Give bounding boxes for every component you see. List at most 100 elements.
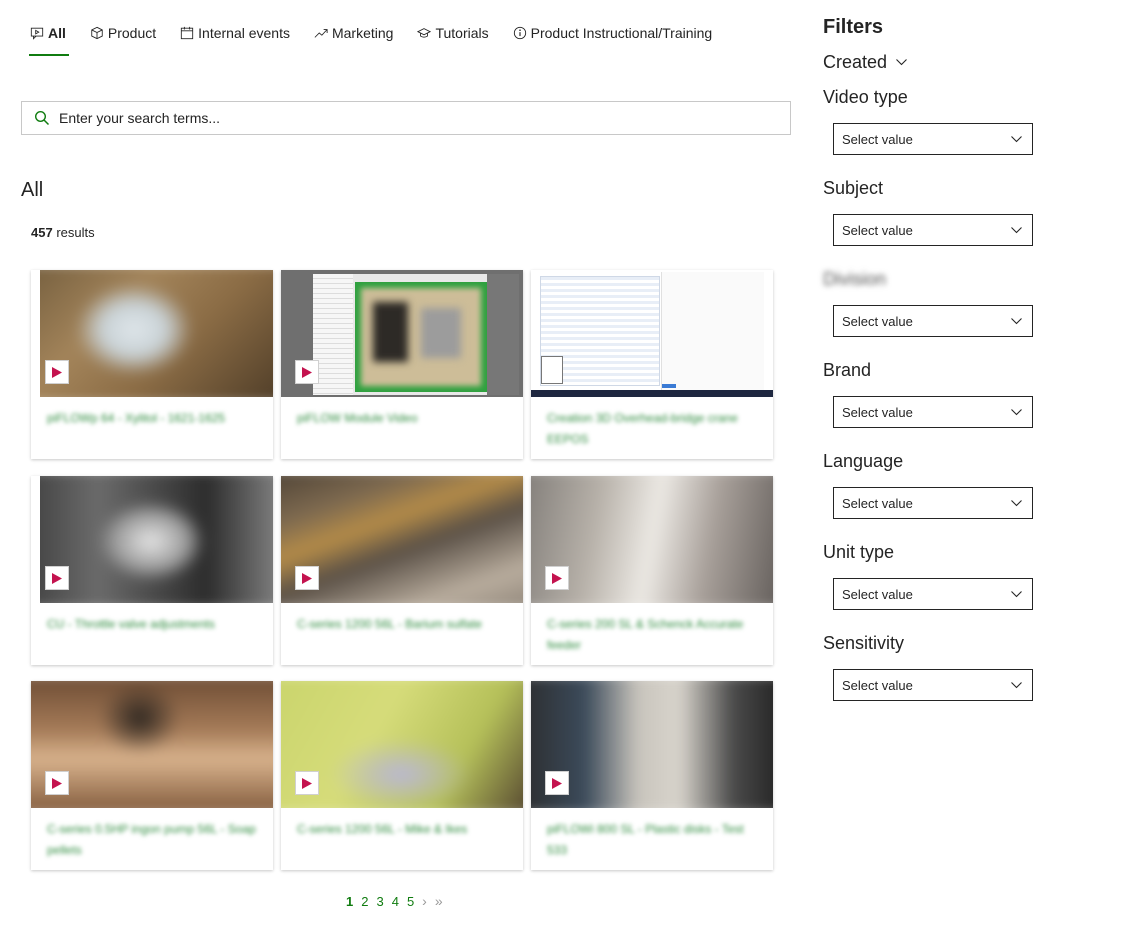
video-card[interactable]: CU - Throttle valve adjustments	[31, 476, 273, 665]
unit-type-label: Unit type	[823, 542, 895, 562]
chat-video-icon	[30, 27, 44, 40]
video-card[interactable]: C-series 1200 56L - Mike & Ikes	[281, 681, 523, 870]
play-icon	[302, 777, 312, 789]
play-button[interactable]	[45, 360, 69, 384]
tab-tutorials[interactable]: Tutorials	[407, 18, 497, 48]
chevron-down-icon	[1011, 499, 1022, 506]
results-count: 457 results	[31, 225, 95, 240]
select-value: Select value	[842, 313, 913, 329]
tab-internal-events[interactable]: Internal events	[170, 18, 299, 48]
page-2[interactable]: 2	[361, 894, 368, 909]
video-card[interactable]: Creation 3D Overhead-bridge crane EEPOS	[531, 270, 773, 459]
play-button[interactable]	[295, 771, 319, 795]
video-title[interactable]: C-series 0.5HP ingon pump 56L - Soap pel…	[47, 819, 261, 861]
video-type-label: Video type	[823, 87, 908, 107]
last-page-icon[interactable]: »	[435, 893, 443, 909]
category-tabs: All Product Internal events Marketing Tu…	[20, 18, 726, 56]
select-value: Select value	[842, 131, 913, 147]
calendar-icon	[181, 26, 194, 40]
tab-label: Marketing	[331, 25, 394, 41]
search-icon	[34, 110, 50, 126]
tab-label: Internal events	[198, 25, 290, 41]
unit-type-select[interactable]: Select value	[833, 578, 1033, 610]
subject-label: Subject	[823, 178, 884, 198]
play-icon	[552, 777, 562, 789]
video-card[interactable]: C-series 0.5HP ingon pump 56L - Soap pel…	[31, 681, 273, 870]
play-button[interactable]	[45, 771, 69, 795]
created-label: Created	[823, 52, 888, 72]
subject-select[interactable]: Select value	[833, 214, 1033, 246]
play-icon	[52, 366, 62, 378]
chevron-down-icon	[1011, 317, 1022, 324]
video-type-select[interactable]: Select value	[833, 123, 1033, 155]
chevron-down-icon	[1011, 135, 1022, 142]
chevron-down-icon	[1011, 590, 1022, 597]
division-select[interactable]: Select value	[833, 305, 1033, 337]
video-card[interactable]: piFLOWi 800 SL - Plastic disks - Test 53…	[531, 681, 773, 870]
chevron-down-icon	[1011, 408, 1022, 415]
tab-label: Product	[107, 25, 157, 41]
created-filter-toggle[interactable]: Created	[823, 52, 907, 73]
chevron-down-icon	[896, 59, 907, 66]
sensitivity-select[interactable]: Select value	[833, 669, 1033, 701]
tab-all[interactable]: All	[20, 18, 75, 56]
video-title[interactable]: Creation 3D Overhead-bridge crane EEPOS	[547, 408, 761, 450]
tab-product[interactable]: Product	[80, 18, 165, 48]
video-title[interactable]: C-series 1200 56L - Barium sulfate	[297, 614, 511, 635]
play-button[interactable]	[295, 566, 319, 590]
trend-up-icon	[314, 29, 328, 38]
play-icon	[52, 777, 62, 789]
play-button[interactable]	[295, 360, 319, 384]
select-value: Select value	[842, 677, 913, 693]
sensitivity-label: Sensitivity	[823, 633, 905, 653]
language-select[interactable]: Select value	[833, 487, 1033, 519]
video-title[interactable]: piFLOWp 64 - Xylitol - 1621-1625	[47, 408, 261, 429]
results-number: 457	[31, 225, 53, 240]
video-card[interactable]: C-series 1200 56L - Barium sulfate	[281, 476, 523, 665]
play-button[interactable]	[45, 566, 69, 590]
select-value: Select value	[842, 495, 913, 511]
page-5[interactable]: 5	[407, 894, 414, 909]
play-icon	[52, 572, 62, 584]
video-title[interactable]: piFLOWi 800 SL - Plastic disks - Test 53…	[547, 819, 761, 861]
tab-label: All	[48, 25, 66, 41]
play-icon	[302, 366, 312, 378]
page-4[interactable]: 4	[392, 894, 399, 909]
filters-title: Filters	[823, 16, 884, 38]
graduation-cap-icon	[417, 28, 432, 38]
document-icon	[541, 356, 563, 384]
brand-select[interactable]: Select value	[833, 396, 1033, 428]
page-3[interactable]: 3	[376, 894, 383, 909]
video-thumbnail	[531, 270, 773, 397]
search-input[interactable]	[59, 110, 759, 126]
division-label: Division	[823, 269, 887, 289]
tab-label: Product Instructional/Training	[530, 25, 713, 41]
play-icon	[302, 572, 312, 584]
play-button[interactable]	[545, 771, 569, 795]
select-value: Select value	[842, 222, 913, 238]
brand-label: Brand	[823, 360, 872, 380]
play-button[interactable]	[545, 566, 569, 590]
video-card[interactable]: piFLOW Module Video	[281, 270, 523, 459]
section-title: All	[21, 179, 44, 201]
language-label: Language	[823, 451, 904, 471]
select-value: Select value	[842, 586, 913, 602]
results-label: results	[52, 225, 95, 240]
play-icon	[552, 572, 562, 584]
info-icon	[513, 26, 526, 40]
video-title[interactable]: piFLOW Module Video	[297, 408, 511, 429]
select-value: Select value	[842, 404, 913, 420]
tab-product-instructional-training[interactable]: Product Instructional/Training	[503, 18, 722, 48]
chevron-down-icon	[1011, 226, 1022, 233]
video-title[interactable]: C-series 200 SL & Schenck Accurate feede…	[547, 614, 761, 656]
video-title[interactable]: CU - Throttle valve adjustments	[47, 614, 261, 635]
video-title[interactable]: C-series 1200 56L - Mike & Ikes	[297, 819, 511, 840]
search-box	[21, 101, 791, 135]
chevron-down-icon	[1011, 681, 1022, 688]
pagination: 1 2 3 4 5 › »	[342, 893, 447, 909]
video-card[interactable]: C-series 200 SL & Schenck Accurate feede…	[531, 476, 773, 665]
next-page-icon[interactable]: ›	[422, 893, 427, 909]
page-1[interactable]: 1	[346, 894, 353, 909]
video-card[interactable]: piFLOWp 64 - Xylitol - 1621-1625	[31, 270, 273, 459]
tab-marketing[interactable]: Marketing	[304, 18, 402, 48]
